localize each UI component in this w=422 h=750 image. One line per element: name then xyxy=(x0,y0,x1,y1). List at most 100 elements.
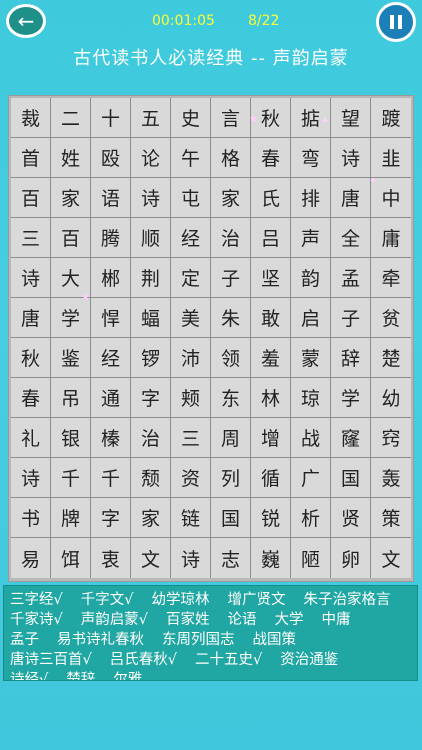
grid-cell[interactable]: 千 xyxy=(51,458,91,498)
grid-cell[interactable]: 治 xyxy=(131,418,171,458)
grid-cell[interactable]: 荆 xyxy=(131,258,171,298)
grid-cell[interactable]: 文 xyxy=(131,538,171,578)
grid-cell[interactable]: 韭 xyxy=(371,138,411,178)
grid-cell[interactable]: 辞 xyxy=(331,338,371,378)
grid-cell[interactable]: 牌 xyxy=(51,498,91,538)
grid-cell[interactable]: 字 xyxy=(131,378,171,418)
back-button[interactable]: ← xyxy=(6,4,46,38)
grid-cell[interactable]: 榛 xyxy=(91,418,131,458)
grid-cell[interactable]: 牵 xyxy=(371,258,411,298)
grid-cell[interactable]: 诗 xyxy=(11,258,51,298)
grid-cell[interactable]: 沛 xyxy=(171,338,211,378)
grid-cell[interactable]: 子 xyxy=(211,258,251,298)
grid-cell[interactable]: 春 xyxy=(251,138,291,178)
grid-cell[interactable]: 领 xyxy=(211,338,251,378)
grid-cell[interactable]: 颓 xyxy=(131,458,171,498)
grid-cell[interactable]: 顺 xyxy=(131,218,171,258)
grid-cell[interactable]: 秋 xyxy=(11,338,51,378)
grid-cell[interactable]: 腾 xyxy=(91,218,131,258)
grid-cell[interactable]: 姓 xyxy=(51,138,91,178)
grid-cell[interactable]: 诗 xyxy=(11,458,51,498)
grid-cell[interactable]: 志 xyxy=(211,538,251,578)
grid-cell[interactable]: 国 xyxy=(211,498,251,538)
grid-cell[interactable]: 言 xyxy=(211,98,251,138)
grid-cell[interactable]: 语 xyxy=(91,178,131,218)
grid-cell[interactable]: 循 xyxy=(251,458,291,498)
grid-cell[interactable]: 孟 xyxy=(331,258,371,298)
grid-cell[interactable]: 增 xyxy=(251,418,291,458)
grid-cell[interactable]: 午 xyxy=(171,138,211,178)
grid-cell[interactable]: 经 xyxy=(91,338,131,378)
grid-cell[interactable]: 鉴 xyxy=(51,338,91,378)
grid-cell[interactable]: 巍 xyxy=(251,538,291,578)
grid-cell[interactable]: 书 xyxy=(11,498,51,538)
grid-cell[interactable]: 贤 xyxy=(331,498,371,538)
grid-cell[interactable]: 美 xyxy=(171,298,211,338)
grid-cell[interactable]: 唐 xyxy=(331,178,371,218)
grid-cell[interactable]: 广 xyxy=(291,458,331,498)
grid-cell[interactable]: 吕 xyxy=(251,218,291,258)
grid-cell[interactable]: 窍 xyxy=(371,418,411,458)
grid-cell[interactable]: 声 xyxy=(291,218,331,258)
grid-cell[interactable]: 字 xyxy=(91,498,131,538)
grid-cell[interactable]: 羞 xyxy=(251,338,291,378)
grid-cell[interactable]: 敢 xyxy=(251,298,291,338)
grid-cell[interactable]: 学 xyxy=(331,378,371,418)
grid-cell[interactable]: 周 xyxy=(211,418,251,458)
grid-cell[interactable]: 春 xyxy=(11,378,51,418)
grid-cell[interactable]: 幼 xyxy=(371,378,411,418)
grid-cell[interactable]: 贫 xyxy=(371,298,411,338)
grid-cell[interactable]: 二 xyxy=(51,98,91,138)
grid-cell[interactable]: 十 xyxy=(91,98,131,138)
grid-cell[interactable]: 琼 xyxy=(291,378,331,418)
grid-cell[interactable]: 五 xyxy=(131,98,171,138)
grid-cell[interactable]: 定 xyxy=(171,258,211,298)
grid-cell[interactable]: 悍 xyxy=(91,298,131,338)
grid-cell[interactable]: 列 xyxy=(211,458,251,498)
grid-cell[interactable]: 启 xyxy=(291,298,331,338)
grid-cell[interactable]: 弯 xyxy=(291,138,331,178)
grid-cell[interactable]: 殴 xyxy=(91,138,131,178)
grid-cell[interactable]: 首 xyxy=(11,138,51,178)
grid-cell[interactable]: 国 xyxy=(331,458,371,498)
grid-cell[interactable]: 陋 xyxy=(291,538,331,578)
grid-cell[interactable]: 三 xyxy=(11,218,51,258)
grid-cell[interactable]: 坚 xyxy=(251,258,291,298)
grid-cell[interactable]: 窿 xyxy=(331,418,371,458)
grid-cell[interactable]: 家 xyxy=(211,178,251,218)
grid-cell[interactable]: 林 xyxy=(251,378,291,418)
grid-cell[interactable]: 百 xyxy=(11,178,51,218)
grid-cell[interactable]: 子 xyxy=(331,298,371,338)
grid-cell[interactable]: 经 xyxy=(171,218,211,258)
grid-cell[interactable]: 百 xyxy=(51,218,91,258)
grid-cell[interactable]: 易 xyxy=(11,538,51,578)
grid-cell[interactable]: 战 xyxy=(291,418,331,458)
grid-cell[interactable]: 屯 xyxy=(171,178,211,218)
grid-cell[interactable]: 家 xyxy=(131,498,171,538)
grid-cell[interactable]: 全 xyxy=(331,218,371,258)
grid-cell[interactable]: 衷 xyxy=(91,538,131,578)
grid-cell[interactable]: 锣 xyxy=(131,338,171,378)
grid-cell[interactable]: 楚 xyxy=(371,338,411,378)
grid-cell[interactable]: 裁 xyxy=(11,98,51,138)
grid-cell[interactable]: 千 xyxy=(91,458,131,498)
grid-cell[interactable]: 唐 xyxy=(11,298,51,338)
grid-cell[interactable]: 郴 xyxy=(91,258,131,298)
grid-cell[interactable]: 轰 xyxy=(371,458,411,498)
grid-cell[interactable]: 卵 xyxy=(331,538,371,578)
grid-cell[interactable]: 氏 xyxy=(251,178,291,218)
grid-cell[interactable]: 蝠 xyxy=(131,298,171,338)
grid-cell[interactable]: 排 xyxy=(291,178,331,218)
grid-cell[interactable]: 析 xyxy=(291,498,331,538)
grid-cell[interactable]: 史 xyxy=(171,98,211,138)
grid-cell[interactable]: 诗 xyxy=(131,178,171,218)
grid-cell[interactable]: 诗 xyxy=(171,538,211,578)
grid-cell[interactable]: 韵 xyxy=(291,258,331,298)
grid-cell[interactable]: 颊 xyxy=(171,378,211,418)
grid-cell[interactable]: 礼 xyxy=(11,418,51,458)
pause-button[interactable] xyxy=(376,2,416,42)
grid-cell[interactable]: 通 xyxy=(91,378,131,418)
grid-cell[interactable]: 蒙 xyxy=(291,338,331,378)
grid-cell[interactable]: 论 xyxy=(131,138,171,178)
grid-cell[interactable]: 饵 xyxy=(51,538,91,578)
